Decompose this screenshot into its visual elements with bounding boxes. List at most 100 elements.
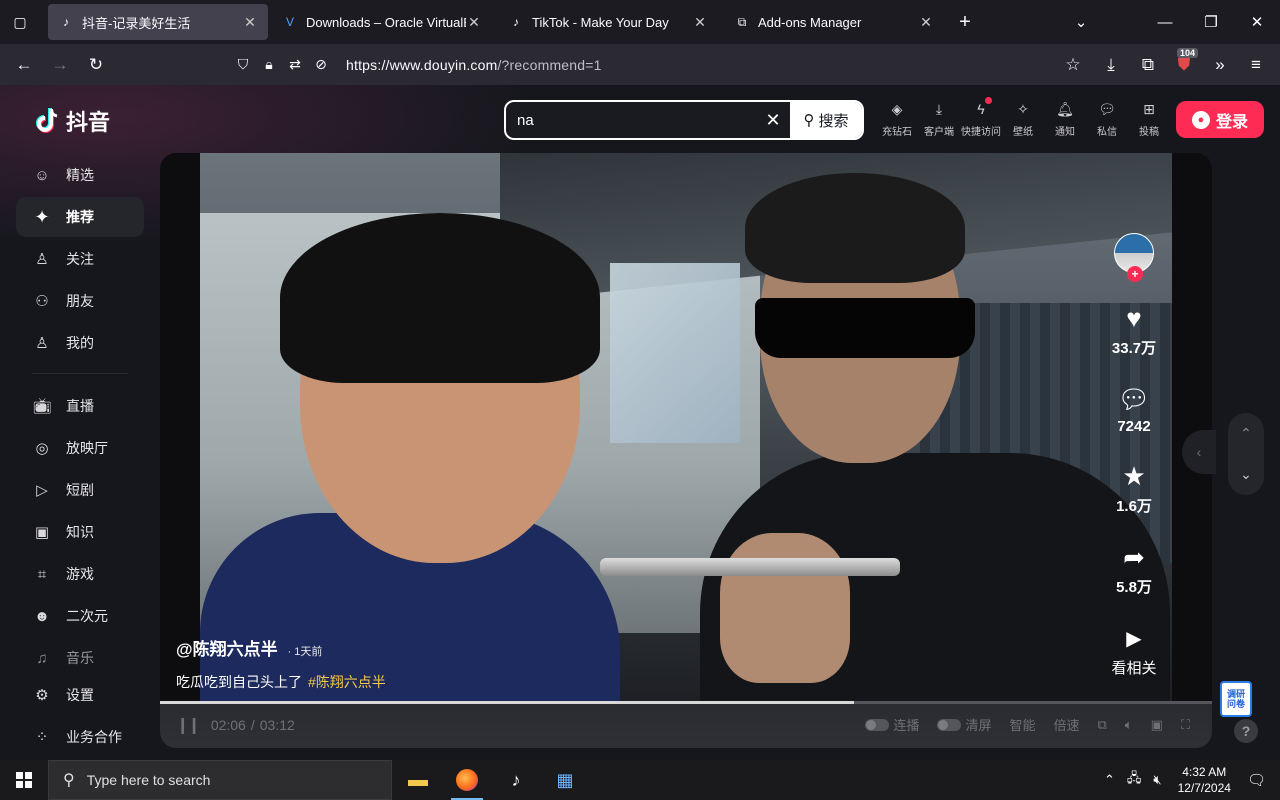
sidebar-item-friends[interactable]: ⚇ 朋友 — [16, 281, 144, 321]
top-action-client[interactable]: ⤓ 客户端 — [918, 99, 960, 139]
autoplay-blocked-icon[interactable]: ⊘ — [308, 56, 334, 73]
puzzle-favicon-icon: ⧉ — [737, 14, 747, 29]
permissions-icon[interactable]: ⇄ — [282, 56, 308, 73]
smart-quality-button[interactable]: 智能 — [1009, 715, 1035, 734]
related-action[interactable]: ▶ 看相关 — [1111, 623, 1156, 678]
web-fullscreen-icon[interactable]: ▣ — [1151, 717, 1163, 733]
top-action-notifications[interactable]: 🔔︎ 通知 — [1044, 99, 1086, 139]
close-tab-icon[interactable]: ✕ — [466, 14, 482, 31]
lock-icon[interactable]: 🔒︎ — [256, 56, 282, 73]
tab-overview-icon[interactable]: ▢ — [0, 0, 40, 44]
tab-virtualbox[interactable]: V Downloads – Oracle VirtualBox ✕ — [272, 4, 492, 40]
search-input[interactable] — [506, 102, 756, 138]
top-action-quick-access[interactable]: ϟ 快捷访问 — [960, 97, 1002, 138]
sidebar-item-short-drama[interactable]: ▷ 短剧 — [16, 470, 144, 510]
sidebar-item-games[interactable]: ⌗ 游戏 — [16, 554, 144, 594]
share-action[interactable]: ➦ 5.8万 — [1116, 542, 1152, 597]
maximize-button[interactable]: ❐ — [1188, 0, 1234, 44]
top-action-diamond[interactable]: ◈ 充钻石 — [876, 99, 918, 139]
top-action-upload[interactable]: ⊞ 投稿 — [1128, 99, 1170, 139]
video-author[interactable]: @陈翔六点半 — [176, 635, 278, 660]
sidebar-item-cinema[interactable]: ◎ 放映厅 — [16, 428, 144, 468]
close-tab-icon[interactable]: ✕ — [692, 14, 708, 31]
tray-overflow-chevron-icon[interactable]: ⌃ — [1104, 772, 1115, 788]
clear-screen-toggle[interactable]: 清屏 — [937, 715, 991, 734]
chevron-up-icon[interactable]: ⌃ — [1240, 425, 1252, 442]
overflow-chevron-icon[interactable]: » — [1205, 50, 1235, 80]
toggle-switch — [937, 718, 962, 731]
search-button[interactable]: ⚲ 搜索 — [790, 102, 862, 138]
browser-nav-bar: ← → ↻ ⛉ 🔒︎ ⇄ ⊘ https://www.douyin.com/?r… — [0, 44, 1280, 85]
business-icon: ⁘ — [35, 729, 49, 746]
taskbar-search[interactable]: ⚲ Type here to search — [48, 760, 392, 800]
url-text[interactable]: https://www.douyin.com/?recommend=1 — [346, 57, 602, 73]
file-explorer-icon[interactable]: ▬ — [394, 760, 442, 800]
sidebar-item-following[interactable]: ♙ 关注 — [16, 239, 144, 279]
sidebar-item-business[interactable]: ⁘ 业务合作 — [16, 717, 144, 757]
sidebar-item-recommend[interactable]: ✦ 推荐 — [16, 197, 144, 237]
survey-badge[interactable]: 调研 问卷 — [1220, 681, 1252, 717]
sidebar-item-mine[interactable]: ♙ 我的 — [16, 323, 144, 363]
video-player[interactable]: @陈翔六点半 · 1天前 吃瓜吃到自己头上了 #陈翔六点半 + ♥ 33.7万 💬… — [160, 153, 1212, 748]
sidebar-item-knowledge[interactable]: ▣ 知识 — [16, 512, 144, 552]
sidebar-item-anime[interactable]: ☻ 二次元 — [16, 596, 144, 636]
downloads-icon[interactable]: ⤓ — [1096, 50, 1126, 80]
pip-icon[interactable]: ⧉ — [1097, 717, 1106, 733]
close-tab-icon[interactable]: ✕ — [242, 14, 258, 31]
sidebar-item-live[interactable]: 📺︎ 直播 — [16, 386, 144, 426]
tab-addons[interactable]: ⧉ Add-ons Manager ✕ — [724, 4, 944, 40]
douyin-logo[interactable]: 抖音 — [34, 105, 110, 137]
list-tabs-chevron-icon[interactable]: ⌄ — [1058, 0, 1104, 44]
url-bar[interactable]: ⛉ 🔒︎ ⇄ ⊘ https://www.douyin.com/?recomme… — [230, 48, 1090, 81]
firefox-icon[interactable] — [443, 760, 491, 800]
volume-muted-icon[interactable]: 🔇︎ — [1153, 772, 1161, 788]
virtualbox-app-icon[interactable]: ▦ — [541, 760, 589, 800]
back-button[interactable]: ← — [9, 50, 39, 80]
video-hashtag[interactable]: #陈翔六点半 — [308, 674, 386, 690]
chevron-down-icon[interactable]: ⌄ — [1240, 466, 1252, 483]
like-count: 33.7万 — [1111, 340, 1157, 357]
like-action[interactable]: ♥ 33.7万 — [1112, 303, 1156, 358]
notifications-icon[interactable]: 🗨︎ — [1247, 771, 1266, 789]
volume-icon[interactable]: 🔈︎ — [1125, 717, 1133, 733]
login-button[interactable]: ● 登录 — [1176, 101, 1264, 138]
top-action-messages[interactable]: 💬︎ 私信 — [1086, 99, 1128, 139]
speed-button[interactable]: 倍速 — [1053, 715, 1079, 734]
clear-search-icon[interactable]: ✕ — [756, 110, 790, 131]
tiktok-app-icon[interactable]: ♪ — [492, 760, 540, 800]
progress-bar[interactable] — [160, 701, 1212, 704]
close-window-button[interactable]: ✕ — [1234, 0, 1280, 44]
pause-icon[interactable]: ❙❙ — [176, 715, 201, 735]
tab-tiktok[interactable]: ♪ TikTok - Make Your Day ✕ — [498, 4, 718, 40]
top-action-wallpaper[interactable]: ✧ 壁纸 — [1002, 99, 1044, 139]
fullscreen-icon[interactable]: ⛶ — [1181, 717, 1190, 733]
taskbar-clock[interactable]: 4:32 AM 12/7/2024 — [1178, 764, 1231, 796]
sidebar-item-label: 业务合作 — [66, 729, 122, 745]
network-icon[interactable]: 🖧︎ — [1127, 769, 1142, 791]
sidebar-item-music[interactable]: ♫ 音乐 — [16, 638, 144, 678]
ublock-extension-icon[interactable]: ⛊ 104 — [1169, 48, 1199, 80]
extensions-icon[interactable]: ⧉ — [1133, 50, 1163, 80]
sidebar-item-featured[interactable]: ☺ 精选 — [16, 155, 144, 195]
new-tab-button[interactable]: + — [942, 0, 988, 44]
shield-icon[interactable]: ⛉ — [230, 56, 256, 73]
favorite-action[interactable]: ★ 1.6万 — [1116, 461, 1152, 516]
close-tab-icon[interactable]: ✕ — [918, 14, 934, 31]
tab-douyin[interactable]: ♪ 抖音-记录美好生活 ✕ — [48, 4, 268, 40]
friends-icon: ⚇ — [35, 293, 49, 310]
video-frame[interactable] — [200, 153, 1172, 701]
minimize-button[interactable]: — — [1142, 0, 1188, 44]
autoplay-toggle[interactable]: 连播 — [865, 715, 919, 734]
toggle-switch — [865, 718, 890, 731]
menu-icon[interactable]: ≡ — [1241, 50, 1271, 80]
profile-icon: ♙ — [35, 335, 49, 352]
help-icon[interactable]: ? — [1234, 719, 1258, 743]
forward-button[interactable]: → — [45, 50, 75, 80]
author-avatar[interactable]: + — [1114, 233, 1154, 282]
reload-button[interactable]: ↻ — [81, 50, 111, 80]
start-button[interactable] — [0, 760, 48, 800]
bookmark-star-icon[interactable]: ☆ — [1058, 50, 1088, 80]
comment-action[interactable]: 💬︎ 7242 — [1117, 384, 1150, 436]
follow-plus-icon[interactable]: + — [1127, 266, 1143, 282]
sidebar-item-settings[interactable]: ⚙ 设置 — [16, 675, 144, 715]
